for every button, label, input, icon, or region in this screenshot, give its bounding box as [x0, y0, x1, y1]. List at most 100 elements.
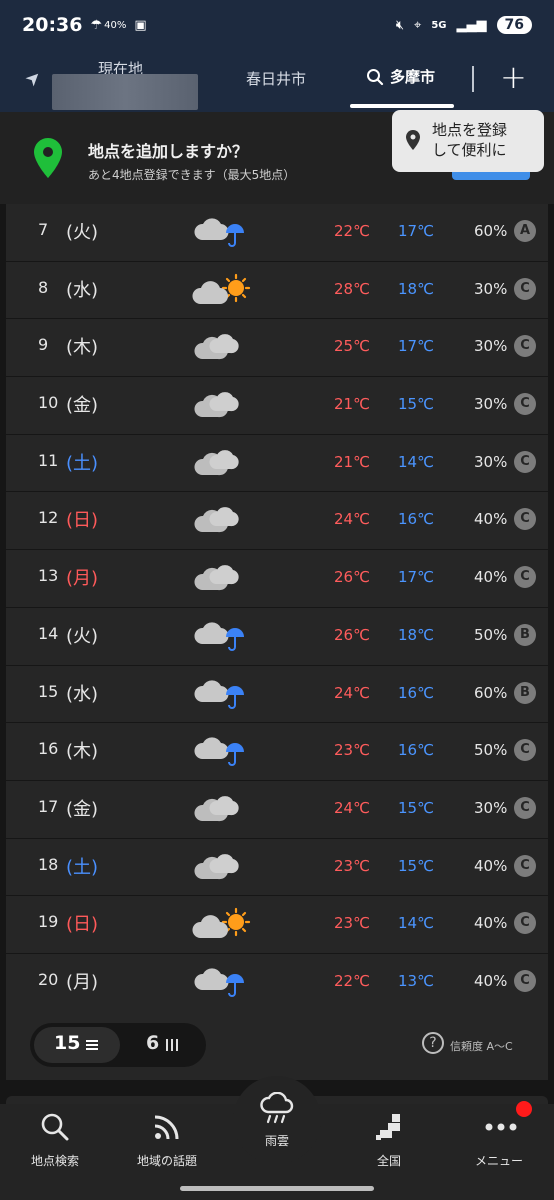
redacted-location	[52, 74, 198, 110]
forecast-row[interactable]: 19 (日) 23℃ 14℃ 40% C	[6, 896, 548, 954]
rain-percent: 40%	[104, 19, 127, 31]
forecast-table: 7 (火) 22℃ 17℃ 60% A 8 (水) 28℃ 18℃ 30% C 9 (木) 25℃ 17℃ 30…	[6, 204, 548, 1012]
forecast-row[interactable]: 11 (土) 21℃ 14℃ 30% C	[6, 434, 548, 493]
toggle-6-days[interactable]: 6	[120, 1023, 206, 1067]
low-temp: 16℃	[398, 741, 434, 760]
cloud-icon	[194, 565, 239, 591]
precip-chance: 60%	[474, 222, 508, 240]
high-temp: 24℃	[334, 683, 370, 702]
day-number: 18	[38, 854, 59, 874]
weekday: (土)	[66, 856, 99, 878]
register-tooltip[interactable]: 地点を登録 して便利に	[392, 110, 544, 172]
nav-rain-label: 雨雲	[264, 1134, 289, 1148]
low-temp: 15℃	[398, 798, 434, 817]
weekday: (火)	[66, 222, 99, 243]
reliability-label[interactable]: 信頼度 A〜C	[450, 1038, 513, 1054]
help-icon[interactable]: ?	[422, 1032, 444, 1054]
forecast-row[interactable]: 18 (土) 23℃ 15℃ 40% C	[6, 838, 548, 897]
navigation-arrow-icon: ➤	[20, 65, 47, 92]
toggle-15-days[interactable]: 15	[30, 1023, 120, 1067]
cloud-rain-icon	[194, 622, 244, 651]
high-temp: 26℃	[334, 625, 370, 644]
cloud-icon	[194, 507, 239, 533]
day-number: 8	[38, 277, 49, 297]
active-tab-indicator	[350, 104, 454, 108]
cloud-rain-icon	[194, 968, 244, 997]
tab-kasugai[interactable]: 春日井市	[246, 68, 306, 89]
high-temp: 24℃	[334, 798, 370, 817]
map-pin-icon	[34, 138, 62, 178]
reliability-badge: C	[514, 450, 536, 473]
home-indicator[interactable]	[180, 1186, 374, 1191]
forecast-row[interactable]: 15 (水) 24℃ 16℃ 60% B	[6, 665, 548, 724]
forecast-row[interactable]: 9 (木) 25℃ 17℃ 30% C	[6, 319, 548, 378]
forecast-row[interactable]: 20 (月) 22℃ 13℃ 40% C	[6, 953, 548, 1012]
reliability-badge: C	[514, 739, 536, 762]
reliability-badge: C	[514, 912, 536, 935]
weekday: (土)	[66, 452, 99, 474]
low-temp: 17℃	[398, 568, 434, 587]
weekday: (月)	[66, 568, 99, 590]
nav-rain-cloud[interactable]: 雨雲	[233, 1076, 321, 1164]
tab-tama[interactable]: 多摩市	[366, 66, 435, 87]
day-number: 11	[38, 450, 59, 470]
nav-search[interactable]: 地点検索	[0, 1104, 110, 1174]
tab-current-location[interactable]: 現在地	[52, 54, 198, 110]
forecast-row[interactable]: 8 (水) 28℃ 18℃ 30% C	[6, 261, 548, 320]
low-temp: 15℃	[398, 856, 434, 875]
reliability-badge: C	[514, 854, 536, 877]
forecast-row[interactable]: 12 (日) 24℃ 16℃ 40% C	[6, 492, 548, 551]
add-location-button[interactable]: +	[500, 58, 527, 96]
reliability-badge: C	[514, 566, 536, 589]
banner-subtitle: あと4地点登録できます（最大5地点）	[88, 168, 296, 182]
forecast-controls: 15 6 ? 信頼度 A〜C	[6, 1010, 548, 1080]
low-temp: 17℃	[398, 337, 434, 356]
tab-tama-label: 多摩市	[390, 68, 436, 86]
reliability-badge: C	[514, 335, 536, 358]
banner-title: 地点を追加しますか？	[88, 142, 249, 161]
forecast-row[interactable]: 16 (木) 23℃ 16℃ 50% C	[6, 723, 548, 781]
high-temp: 25℃	[334, 337, 370, 356]
day-number: 9	[38, 335, 49, 355]
weekday: (木)	[66, 741, 99, 763]
status-right: 🔇︎ ⌖ 5G ▂▄▆ 76	[396, 16, 532, 34]
day-number: 12	[38, 508, 59, 528]
cloud-icon	[194, 853, 239, 879]
weekday: (水)	[66, 683, 99, 705]
day-number: 15	[38, 681, 59, 701]
cloud-sun-icon	[192, 908, 251, 939]
cloud-icon	[194, 795, 239, 822]
precip-chance: 40%	[474, 510, 508, 529]
nav-nationwide-label: 全国	[376, 1154, 401, 1168]
high-temp: 24℃	[334, 510, 370, 529]
forecast-row[interactable]: 17 (金) 24℃ 15℃ 30% C	[6, 780, 548, 839]
location-icon: ⌖	[414, 17, 422, 33]
nav-topics[interactable]: 地域の話題	[112, 1104, 222, 1174]
signal-icon: ▂▄▆	[456, 17, 487, 33]
weekday: (金)	[66, 395, 99, 417]
weekday: (木)	[66, 337, 99, 359]
forecast-row[interactable]: 14 (火) 26℃ 18℃ 50% B	[6, 607, 548, 666]
high-temp: 23℃	[334, 856, 370, 875]
cloud-icon	[194, 449, 239, 475]
header-divider	[472, 66, 474, 92]
day-number: 10	[38, 393, 59, 413]
nav-menu-label: メニュー	[474, 1154, 523, 1168]
precip-chance: 50%	[474, 625, 508, 644]
nav-nationwide[interactable]: 全国	[334, 1104, 444, 1174]
rain-umbrella-icon: ☂	[90, 17, 103, 33]
pin-icon	[406, 130, 420, 150]
low-temp: 15℃	[398, 395, 434, 414]
day-number: 14	[38, 623, 59, 643]
forecast-row[interactable]: 7 (火) 22℃ 17℃ 60% A	[6, 204, 548, 262]
precip-chance: 30%	[474, 452, 508, 471]
rss-icon	[154, 1115, 179, 1140]
forecast-row[interactable]: 10 (金) 21℃ 15℃ 30% C	[6, 377, 548, 435]
high-temp: 22℃	[334, 971, 370, 990]
low-temp: 14℃	[398, 452, 434, 471]
low-temp: 18℃	[398, 625, 434, 644]
nav-search-label: 地点検索	[30, 1154, 79, 1168]
nav-menu[interactable]: メニュー	[444, 1104, 554, 1174]
precip-chance: 30%	[474, 279, 508, 298]
forecast-row[interactable]: 13 (月) 26℃ 17℃ 40% C	[6, 550, 548, 608]
